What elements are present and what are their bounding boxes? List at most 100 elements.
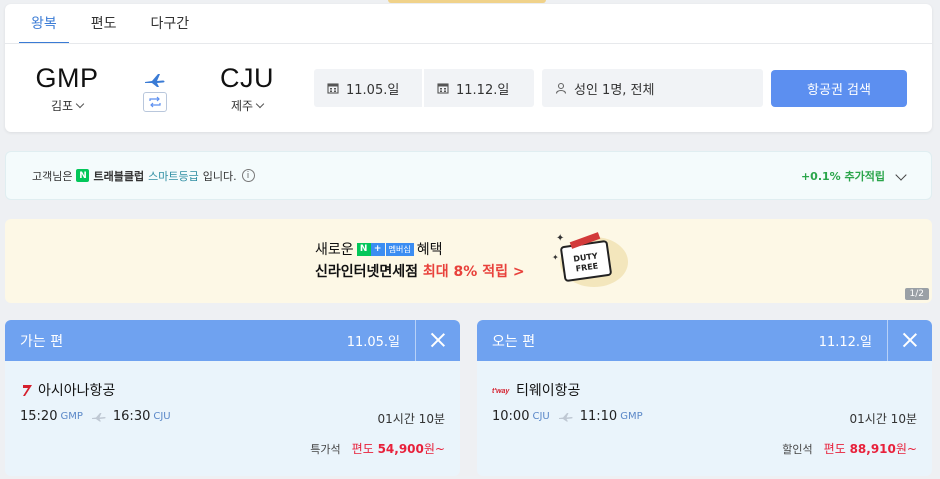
tabs-divider bbox=[5, 43, 932, 44]
return-price-row: 할인석 편도 88,910원~ bbox=[782, 440, 917, 457]
membership-grade[interactable]: 스마트등급 bbox=[148, 168, 199, 184]
outbound-arr-airport: CJU bbox=[153, 411, 171, 422]
outbound-price-prefix: 편도 bbox=[351, 442, 374, 456]
asiana-logo-icon bbox=[20, 383, 34, 397]
banner-line1-post: 혜택 bbox=[416, 242, 443, 258]
outbound-flight-card[interactable]: 가는 편 11.05.일 아시아나항공 15:20 GMP 16:30 CJU … bbox=[5, 320, 460, 476]
return-airline: t'way 티웨이항공 bbox=[492, 380, 580, 400]
flight-search-panel: 왕복 편도 다구간 GMP 김포 CJU 제주 11.05.일 11.12.일 bbox=[5, 4, 932, 132]
calendar-icon bbox=[437, 82, 449, 94]
banner-pager: 1/2 bbox=[904, 288, 929, 300]
tab-round-trip[interactable]: 왕복 bbox=[19, 4, 69, 44]
swap-icon bbox=[149, 96, 161, 108]
banner-line2: 신라인터넷면세점 최대 8% 적립 > bbox=[315, 261, 525, 281]
banner-line1: 새로운 N + 멤버십 혜택 bbox=[315, 239, 443, 259]
outbound-seat-class: 특가석 bbox=[310, 442, 341, 456]
arrival-city-label: 제주 bbox=[230, 99, 254, 113]
departure-city: 김포 bbox=[29, 97, 105, 114]
arrival-city: 제주 bbox=[209, 97, 285, 114]
return-times: 10:00 CJU 11:10 GMP bbox=[492, 409, 643, 424]
outbound-dep-time: 15:20 bbox=[20, 409, 58, 424]
departure-airport-selector[interactable]: GMP 김포 bbox=[29, 63, 105, 114]
outbound-price-row: 특가석 편도 54,900원~ bbox=[310, 440, 445, 457]
outbound-airline: 아시아나항공 bbox=[20, 380, 115, 400]
arrival-code: CJU bbox=[220, 63, 274, 93]
arrival-airport-selector[interactable]: CJU 제주 bbox=[209, 63, 285, 114]
membership-suffix: 입니다. bbox=[202, 169, 237, 183]
passenger-field[interactable]: 성인 1명, 전체 bbox=[542, 69, 763, 107]
banner-line2-highlight: 최대 8% 적립 > bbox=[422, 264, 525, 280]
passenger-value: 성인 1명, 전체 bbox=[574, 82, 655, 98]
promo-banner[interactable]: 새로운 N + 멤버십 혜택 신라인터넷면세점 최대 8% 적립 > ✦ ✦ D… bbox=[5, 219, 932, 303]
close-icon[interactable] bbox=[429, 331, 447, 349]
swap-airports-button[interactable] bbox=[143, 92, 167, 112]
departure-code: GMP bbox=[35, 63, 99, 93]
naver-n-icon: N bbox=[356, 242, 371, 256]
naver-plus-membership-badge: N + 멤버십 bbox=[356, 242, 414, 256]
return-arr-time: 11:10 bbox=[579, 409, 618, 424]
sparkle-icon: ✦ bbox=[556, 233, 565, 244]
bonus-rate: +0.1% 추가적립 bbox=[800, 169, 885, 183]
plus-icon: + bbox=[370, 242, 385, 256]
outbound-title: 가는 편 bbox=[20, 333, 64, 350]
membership-prefix: 고객님은 bbox=[32, 169, 73, 183]
outbound-airline-name: 아시아나항공 bbox=[38, 383, 116, 399]
outbound-dep-airport: GMP bbox=[60, 411, 83, 422]
return-airline-name: 티웨이항공 bbox=[516, 383, 581, 399]
return-price-prefix: 편도 bbox=[823, 442, 846, 456]
return-header: 오는 편 11.12.일 bbox=[477, 320, 932, 361]
tway-logo-icon: t'way bbox=[492, 385, 512, 395]
return-dep-airport: CJU bbox=[532, 411, 550, 422]
sparkle-icon: ✦ bbox=[552, 253, 559, 262]
chevron-down-icon bbox=[75, 99, 85, 109]
tab-multi-city[interactable]: 다구간 bbox=[139, 4, 202, 44]
membership-brand: 트래블클럽 bbox=[93, 169, 145, 183]
return-date-value: 11.12.일 bbox=[456, 82, 510, 98]
trip-type-tabs: 왕복 편도 다구간 bbox=[19, 4, 211, 44]
return-price: 편도 88,910원~ bbox=[824, 440, 917, 457]
return-duration: 01시간 10분 bbox=[849, 412, 917, 426]
tab-one-way[interactable]: 편도 bbox=[79, 4, 129, 44]
outbound-date: 11.05.일 bbox=[346, 335, 400, 350]
departure-date-field[interactable]: 11.05.일 bbox=[314, 69, 422, 107]
close-icon[interactable] bbox=[901, 331, 919, 349]
search-flights-button[interactable]: 항공권 검색 bbox=[771, 70, 907, 107]
membership-tag: 멤버십 bbox=[385, 242, 414, 256]
svg-text:t'way: t'way bbox=[492, 388, 510, 395]
outbound-duration: 01시간 10분 bbox=[377, 412, 445, 426]
return-arr-airport: GMP bbox=[620, 411, 643, 422]
chevron-down-icon bbox=[255, 99, 265, 109]
plane-icon bbox=[558, 412, 574, 422]
outbound-times: 15:20 GMP 16:30 CJU bbox=[20, 409, 171, 424]
plane-icon bbox=[145, 74, 165, 87]
chevron-down-icon[interactable] bbox=[895, 169, 907, 181]
membership-text: 고객님은 N 트래블클럽 스마트등급 입니다. i bbox=[32, 168, 255, 184]
return-price-amount: 88,910 bbox=[849, 442, 896, 456]
membership-bar: 고객님은 N 트래블클럽 스마트등급 입니다. i +0.1% 추가적립 bbox=[5, 151, 932, 200]
header-divider bbox=[415, 320, 416, 361]
outbound-price-suffix: 원~ bbox=[423, 442, 445, 456]
naver-n-icon: N bbox=[76, 169, 90, 182]
return-title: 오는 편 bbox=[492, 333, 536, 350]
outbound-arr-time: 16:30 bbox=[112, 409, 151, 424]
plane-icon bbox=[91, 412, 107, 422]
duty-free-illustration: ✦ ✦ DUTY FREE bbox=[550, 231, 630, 291]
return-dep-time: 10:00 bbox=[492, 409, 530, 424]
return-seat-class: 할인석 bbox=[782, 442, 813, 456]
return-date: 11.12.일 bbox=[818, 335, 872, 350]
banner-line2-main: 신라인터넷면세점 bbox=[315, 264, 419, 280]
departure-city-label: 김포 bbox=[50, 99, 74, 113]
return-flight-card[interactable]: 오는 편 11.12.일 t'way 티웨이항공 10:00 CJU 11:10… bbox=[477, 320, 932, 476]
return-price-suffix: 원~ bbox=[895, 442, 917, 456]
outbound-header: 가는 편 11.05.일 bbox=[5, 320, 460, 361]
duty-free-tag-icon: DUTY FREE bbox=[559, 239, 613, 283]
outbound-price-amount: 54,900 bbox=[377, 442, 424, 456]
outbound-price: 편도 54,900원~ bbox=[352, 440, 445, 457]
header-divider bbox=[887, 320, 888, 361]
info-icon[interactable]: i bbox=[241, 169, 255, 182]
person-icon bbox=[555, 82, 567, 94]
return-date-field[interactable]: 11.12.일 bbox=[424, 69, 534, 107]
top-indicator bbox=[388, 0, 546, 3]
banner-line1-pre: 새로운 bbox=[315, 242, 354, 258]
departure-date-value: 11.05.일 bbox=[346, 82, 400, 98]
